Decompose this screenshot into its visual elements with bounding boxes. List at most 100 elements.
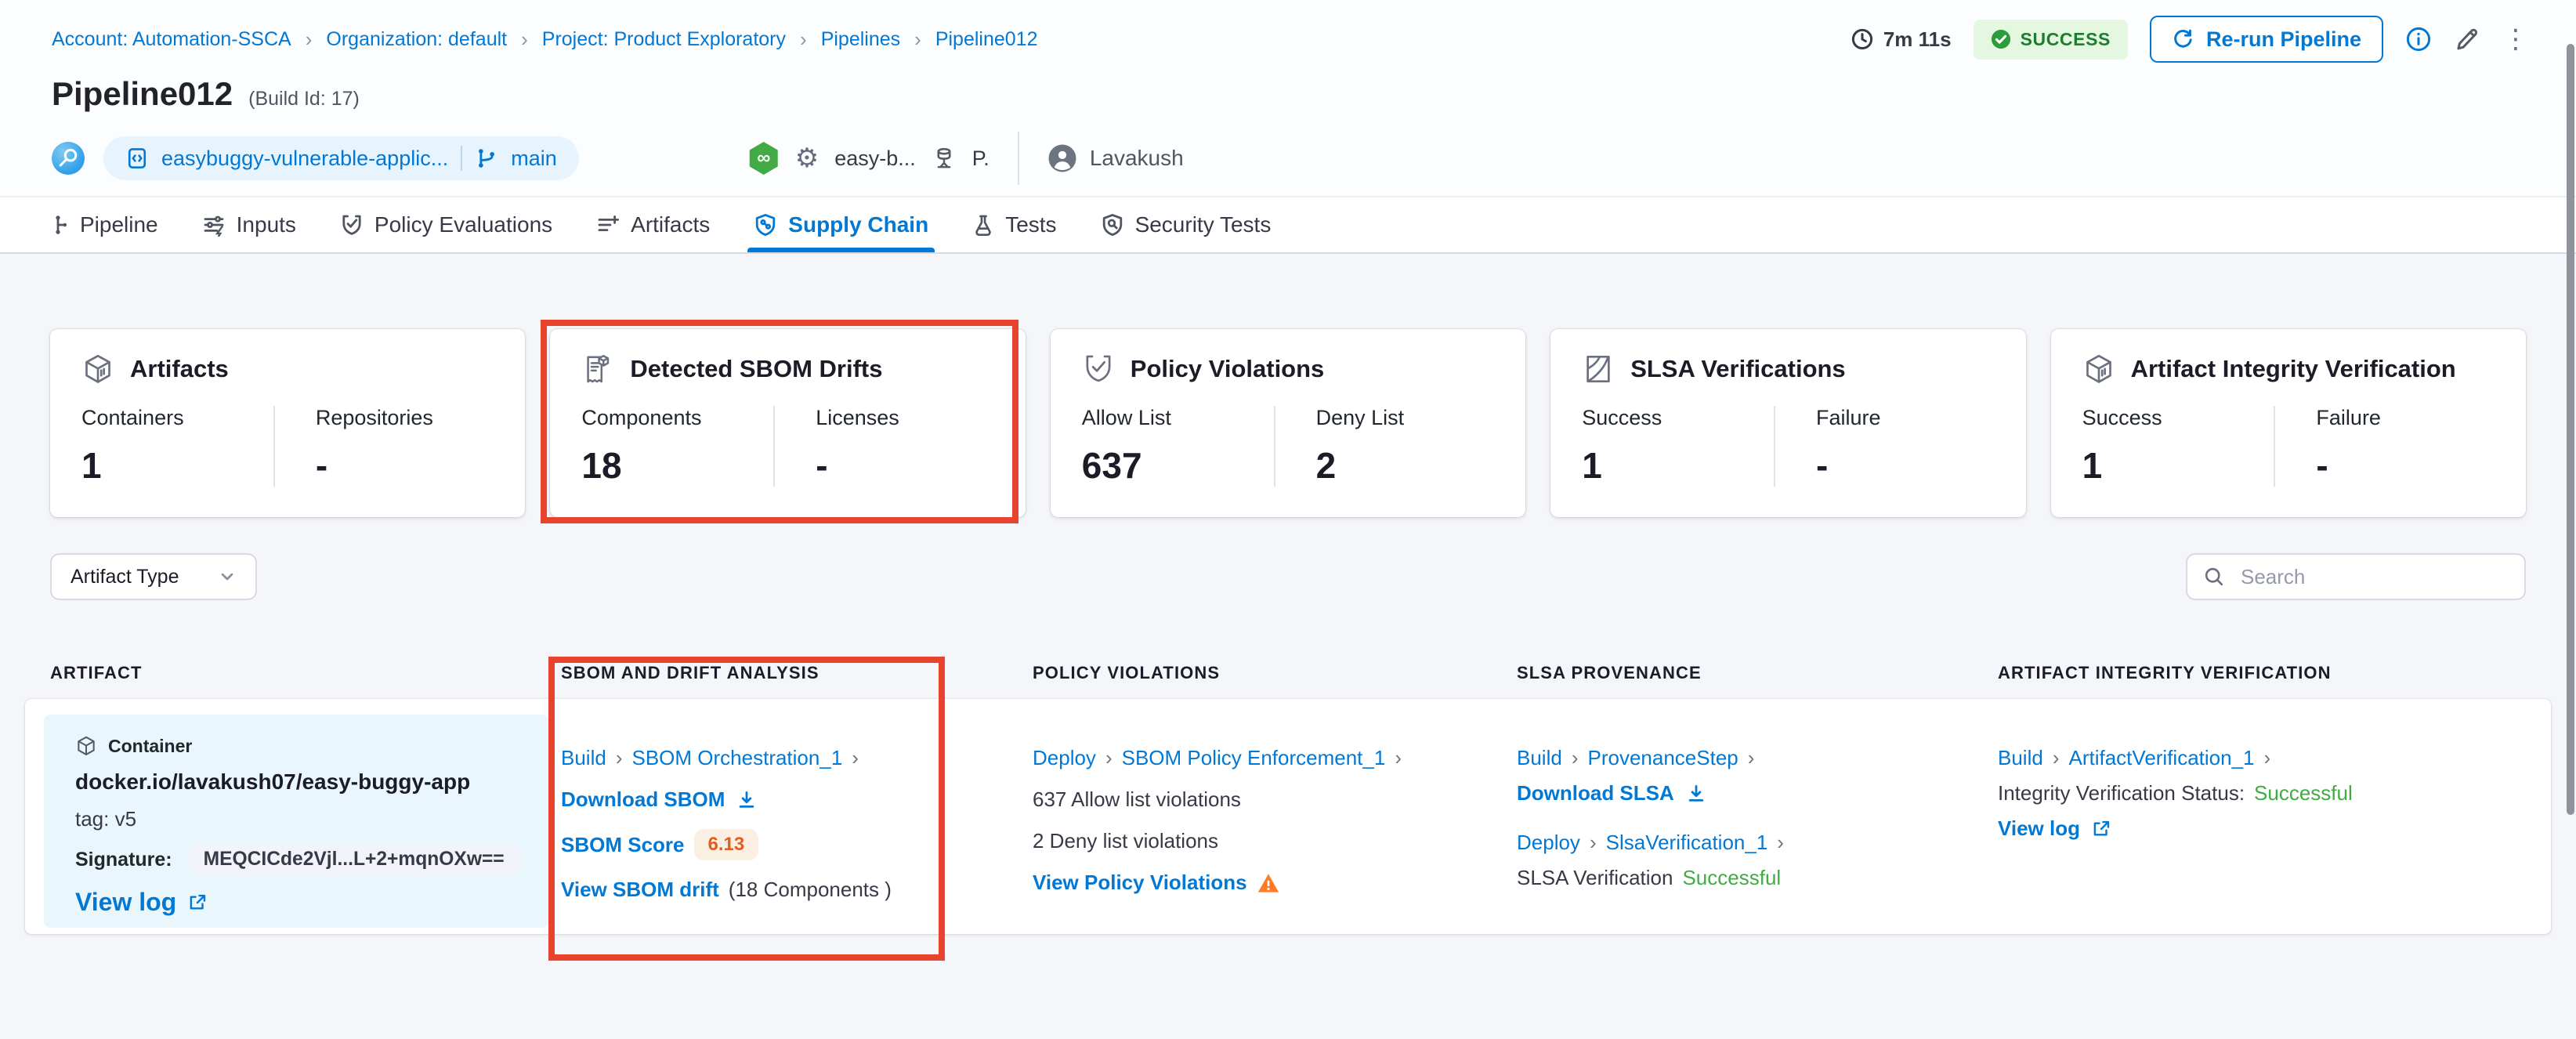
download-slsa-link[interactable]: Download SLSA <box>1517 781 1707 805</box>
branch-name[interactable]: main <box>511 147 557 171</box>
step-link[interactable]: SBOM Policy Enforcement_1 <box>1122 746 1386 770</box>
step-link[interactable]: SlsaVerification_1 <box>1606 831 1768 855</box>
git-branch-icon <box>475 147 498 170</box>
view-log-link[interactable]: View log <box>1998 816 2111 841</box>
pipeline-icon <box>47 214 69 236</box>
breadcrumb-organization[interactable]: Organization: default <box>326 28 507 51</box>
edit-pencil-icon[interactable] <box>2454 26 2480 52</box>
artifact-tag: tag: v5 <box>75 807 533 831</box>
stat-label: Repositories <box>316 406 482 430</box>
signature-value: MEQCICde2Vjl...L+2+mqnOXw== <box>188 844 520 875</box>
search-box[interactable] <box>2186 553 2526 600</box>
tab-pipeline[interactable]: Pipeline <box>47 197 158 252</box>
info-icon[interactable] <box>2405 26 2432 52</box>
stat-value: - <box>816 444 982 487</box>
breadcrumb-project[interactable]: Project: Product Exploratory <box>542 28 786 51</box>
step-separator: › <box>852 746 859 770</box>
pill-divider <box>461 146 462 171</box>
slsa-verification-status: Successful <box>1682 866 1781 890</box>
tab-supply-chain[interactable]: Supply Chain <box>754 197 928 252</box>
summary-cards: Artifacts Containers1 Repositories- Dete… <box>50 329 2526 517</box>
container-cube-icon <box>75 735 97 757</box>
stat-label: Containers <box>81 406 261 430</box>
repo-name[interactable]: easybuggy-vulnerable-applic... <box>161 147 448 171</box>
warning-triangle-icon <box>1257 871 1280 895</box>
gear-icon: ⚙ <box>795 145 819 172</box>
tab-tests[interactable]: Tests <box>972 197 1056 252</box>
step-separator: › <box>1572 746 1579 770</box>
repository-icon <box>125 147 149 170</box>
vertical-scrollbar[interactable] <box>2567 44 2574 815</box>
breadcrumb-pipelines[interactable]: Pipelines <box>821 28 900 51</box>
delegate-icon <box>932 146 957 171</box>
sbom-score-link[interactable]: SBOM Score <box>561 833 685 857</box>
kebab-menu-icon[interactable]: ⋮ <box>2502 26 2529 52</box>
cube-icon <box>81 353 114 386</box>
stat-label: Licenses <box>816 406 982 430</box>
stage-link[interactable]: Deploy <box>1517 831 1580 855</box>
col-artifact-integrity: ARTIFACT INTEGRITY VERIFICATION <box>1998 663 2526 683</box>
external-link-icon <box>187 892 208 913</box>
integrity-status: Successful <box>2254 781 2353 805</box>
user-name: Lavakush <box>1090 146 1184 171</box>
view-policy-violations-link[interactable]: View Policy Violations <box>1033 871 1247 895</box>
download-icon <box>1685 783 1707 805</box>
tab-inputs[interactable]: Inputs <box>202 197 296 252</box>
env-name[interactable]: P. <box>972 147 990 171</box>
service-name[interactable]: easy-b... <box>834 147 916 171</box>
tab-policy-evaluations[interactable]: Policy Evaluations <box>340 197 552 252</box>
slsa-verification-label: SLSA Verification <box>1517 866 1673 890</box>
slsa-icon <box>1582 353 1615 386</box>
breadcrumb-separator: › <box>800 27 807 52</box>
breadcrumb-separator: › <box>914 27 921 52</box>
cube-icon <box>2082 353 2115 386</box>
filter-bar: Artifact Type <box>50 553 2526 600</box>
artifacts-list-icon <box>596 213 620 237</box>
avatar <box>1047 143 1077 173</box>
refresh-icon <box>2172 28 2194 50</box>
step-separator: › <box>1105 746 1113 770</box>
supply-chain-shield-icon <box>754 213 777 237</box>
tab-security-tests[interactable]: Security Tests <box>1101 197 1272 252</box>
view-log-link[interactable]: View log <box>75 888 208 917</box>
ci-module-icon <box>52 142 85 175</box>
step-link[interactable]: ArtifactVerification_1 <box>2069 746 2255 770</box>
repo-branch-pill[interactable]: easybuggy-vulnerable-applic... main <box>103 136 579 180</box>
policy-violations-cell: Deploy › SBOM Policy Enforcement_1 › 637… <box>1033 699 1517 943</box>
stat-label: Failure <box>1816 406 1982 430</box>
stat-label: Deny List <box>1316 406 1482 430</box>
step-link[interactable]: SBOM Orchestration_1 <box>632 746 843 770</box>
stage-link[interactable]: Deploy <box>1033 746 1096 770</box>
col-policy-violations: POLICY VIOLATIONS <box>1033 663 1517 683</box>
tab-artifacts[interactable]: Artifacts <box>596 197 710 252</box>
stat-label: Failure <box>2316 406 2482 430</box>
col-slsa-provenance: SLSA PROVENANCE <box>1517 663 1998 683</box>
stage-link[interactable]: Build <box>561 746 606 770</box>
stage-link[interactable]: Build <box>1998 746 2043 770</box>
card-title: Artifact Integrity Verification <box>2131 355 2456 383</box>
breadcrumb-account[interactable]: Account: Automation-SSCA <box>52 28 291 51</box>
shield-check-icon <box>1082 353 1115 386</box>
stage-link[interactable]: Build <box>1517 746 1562 770</box>
cd-module-icon: ∞ <box>748 142 780 175</box>
breadcrumb-pipeline012[interactable]: Pipeline012 <box>935 28 1038 51</box>
breadcrumb: Account: Automation-SSCA › Organization:… <box>52 27 1037 52</box>
artifact-type-select[interactable]: Artifact Type <box>50 553 257 600</box>
page-header: Account: Automation-SSCA › Organization:… <box>0 0 2576 196</box>
view-sbom-drift-link[interactable]: View SBOM drift <box>561 878 719 902</box>
step-separator: › <box>1777 831 1784 855</box>
stat-value: 637 <box>1082 444 1261 487</box>
step-link[interactable]: ProvenanceStep <box>1588 746 1738 770</box>
download-sbom-link[interactable]: Download SBOM <box>561 787 758 812</box>
card-artifacts: Artifacts Containers1 Repositories- <box>50 329 525 517</box>
card-title: Artifacts <box>130 355 229 383</box>
rerun-pipeline-button[interactable]: Re-run Pipeline <box>2150 16 2383 63</box>
success-check-icon <box>1991 29 2011 49</box>
step-separator: › <box>616 746 623 770</box>
search-input[interactable] <box>2238 563 2509 591</box>
card-title: Policy Violations <box>1131 355 1325 383</box>
step-separator: › <box>2053 746 2060 770</box>
chevron-down-icon <box>218 567 237 586</box>
card-slsa-verifications: SLSA Verifications Success1 Failure- <box>1550 329 2025 517</box>
stat-value: 18 <box>581 444 761 487</box>
